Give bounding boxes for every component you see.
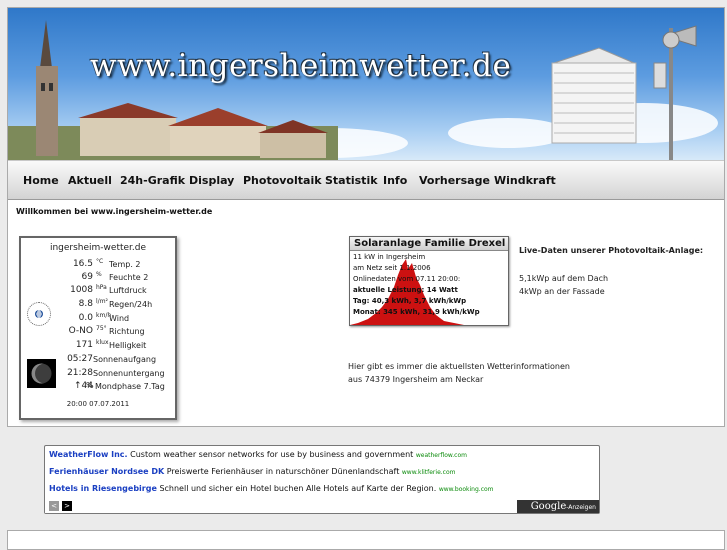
weather-widget[interactable]: ingersheim-wetter.de 16.5 °C Temp. 2 69 …: [19, 236, 177, 420]
solar-line: Monat: 345 kWh, 31,9 kWh/kWp: [353, 308, 480, 316]
solar-line: aktuelle Leistung: 14 Watt: [353, 286, 458, 294]
live-data-title: Live-Daten unserer Photovoltaik-Anlage:: [519, 246, 704, 255]
solar-widget-title: Solaranlage Familie Drexel: [350, 237, 508, 251]
ad-text: Schnell und sicher ein Hotel buchen Alle…: [159, 484, 437, 493]
ad-footer: < > Google-Anzeigen: [45, 500, 599, 513]
nav-home[interactable]: Home: [23, 174, 59, 187]
welcome-text: Willkommen bei www.ingersheim-wetter.de: [16, 207, 213, 216]
ad-item[interactable]: WeatherFlow Inc. Custom weather sensor n…: [49, 450, 467, 459]
nav-vorhersage[interactable]: Vorhersage: [419, 174, 490, 187]
weather-widget-title: ingersheim-wetter.de: [49, 243, 147, 253]
solar-widget[interactable]: Solaranlage Familie Drexel 11 kW in Inge…: [349, 236, 509, 326]
nav-windkraft[interactable]: Windkraft: [494, 174, 556, 187]
live-data-line: 5,1kWp auf dem Dach: [519, 274, 609, 283]
nav-info[interactable]: Info: [383, 174, 407, 187]
bottom-panel: [7, 530, 725, 550]
nav-24h-grafik[interactable]: 24h-Grafik: [120, 174, 185, 187]
header-banner: www.ingersheimwetter.de: [8, 8, 724, 160]
info-text: aus 74379 Ingersheim am Neckar: [348, 375, 484, 384]
ad-item[interactable]: Ferienhäuser Nordsee DK Preiswerte Ferie…: [49, 467, 455, 476]
solar-line: am Netz seit 1.1.2006: [353, 264, 431, 272]
weather-row: 69 % Feuchte 2: [81, 271, 149, 282]
ad-title[interactable]: Ferienhäuser Nordsee DK: [49, 467, 164, 476]
nav-statistik[interactable]: Statistik: [325, 174, 378, 187]
ad-text: Custom weather sensor networks for use b…: [130, 450, 414, 459]
wind-compass-icon: [27, 302, 51, 326]
weather-timestamp: 20:00 07.07.2011: [66, 400, 130, 408]
moon-phase-icon: [27, 359, 56, 388]
google-logo: Google: [530, 501, 567, 512]
ad-next-button[interactable]: >: [62, 501, 72, 511]
ad-url[interactable]: www.booking.com: [439, 486, 494, 493]
solar-line: Tag: 40,3 kWh, 3,7 kWh/kWp: [353, 297, 467, 305]
nav-aktuell[interactable]: Aktuell: [68, 174, 112, 187]
weather-row: 16.5 °C Temp. 2: [72, 258, 141, 269]
weather-station-illustration: [551, 25, 697, 160]
info-text: Hier gibt es immer die aktuellsten Wette…: [348, 362, 570, 371]
site-title: www.ingersheimwetter.de: [90, 48, 512, 84]
page-frame: www.ingersheimwetter.de Home Aktuell 24h…: [7, 7, 725, 427]
ad-url[interactable]: www.klitferie.com: [402, 469, 456, 476]
nav-display[interactable]: Display: [189, 174, 234, 187]
ad-title[interactable]: WeatherFlow Inc.: [49, 450, 128, 459]
google-ads-label[interactable]: Google-Anzeigen: [517, 500, 599, 513]
solar-line: Onlinedaten vom 07.11 20:00:: [353, 275, 461, 283]
weather-row: O-NO 75° Richtung: [68, 325, 145, 336]
google-ads-box: WeatherFlow Inc. Custom weather sensor n…: [44, 445, 600, 514]
ad-title[interactable]: Hotels in Riesengebirge: [49, 484, 157, 493]
nav-photovoltaik[interactable]: Photovoltaik: [243, 174, 322, 187]
solar-line: 11 kW in Ingersheim: [353, 253, 426, 261]
ad-item[interactable]: Hotels in Riesengebirge Schnell und sich…: [49, 484, 494, 493]
ad-url[interactable]: weatherflow.com: [416, 452, 467, 459]
main-nav: Home Aktuell 24h-Grafik Display Photovol…: [8, 160, 724, 200]
church-illustration: [8, 20, 338, 160]
weather-row: 1008 hPa Luftdruck: [70, 284, 147, 295]
ad-text: Preiswerte Ferienhäuser in naturschöner …: [166, 467, 400, 476]
weather-row: 171 klux Helligkeit: [75, 339, 147, 350]
live-data-line: 4kWp an der Fassade: [519, 287, 605, 296]
ad-prev-button[interactable]: <: [49, 501, 59, 511]
